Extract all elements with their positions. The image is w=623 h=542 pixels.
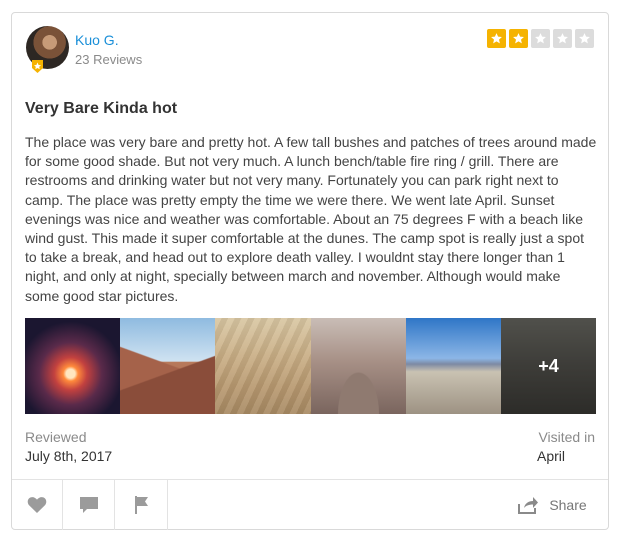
photo-badlands-hike[interactable] (215, 318, 311, 414)
photo-canyon-hike[interactable] (120, 318, 216, 414)
star-filled-icon (509, 29, 528, 48)
photo-dune-feet[interactable] (310, 318, 406, 414)
comment-icon (79, 497, 98, 513)
reviewed-label: Reviewed (25, 429, 87, 445)
reviewed-date: July 8th, 2017 (25, 448, 113, 464)
reviewer-avatar[interactable] (26, 26, 69, 73)
photo-camp-gathering[interactable]: +4 (500, 318, 597, 414)
photo-campfire[interactable] (25, 318, 121, 414)
flag-icon (135, 496, 148, 514)
photo-strip: +4 (25, 318, 597, 414)
review-count: 23 Reviews (75, 52, 143, 67)
badge-icon (32, 60, 43, 73)
like-button[interactable] (12, 480, 63, 530)
visited-label: Visited in (538, 429, 595, 445)
share-label: Share (549, 497, 587, 513)
star-empty-icon (575, 29, 594, 48)
review-title: Very Bare Kinda hot (25, 100, 178, 117)
more-photos-count[interactable]: +4 (500, 318, 597, 414)
flag-button[interactable] (115, 480, 168, 530)
visited-month: April (537, 448, 566, 464)
star-empty-icon (553, 29, 572, 48)
photo-salt-flat-group[interactable] (405, 318, 501, 414)
star-rating (487, 29, 594, 48)
comment-button[interactable] (63, 480, 115, 530)
share-button[interactable]: Share (502, 480, 602, 530)
review-body: The place was very bare and pretty hot. … (25, 134, 597, 304)
review-card: Kuo G. 23 Reviews Very Bare Kinda hot Th… (11, 12, 609, 530)
reviewer-name[interactable]: Kuo G. (75, 32, 119, 48)
star-empty-icon (531, 29, 550, 48)
star-filled-icon (487, 29, 506, 48)
heart-icon (27, 497, 47, 513)
share-icon (518, 497, 539, 514)
